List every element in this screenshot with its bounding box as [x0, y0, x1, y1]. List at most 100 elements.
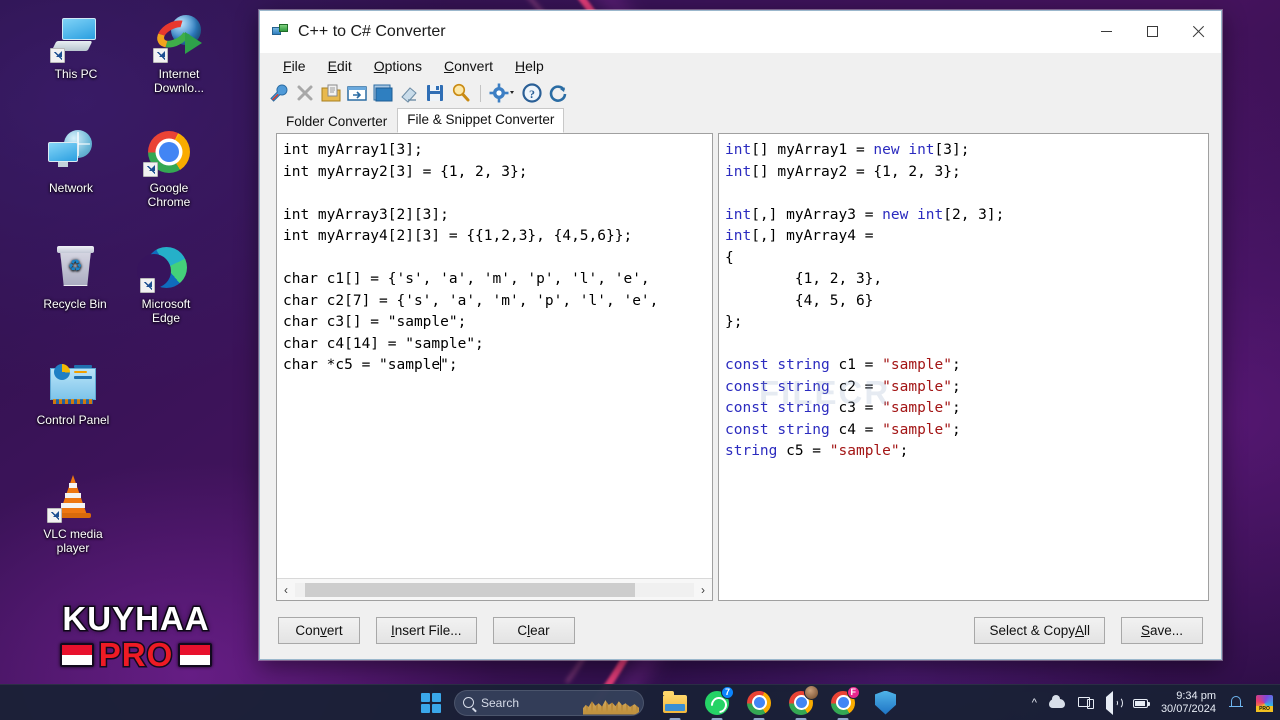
- scrollbar-track[interactable]: [295, 582, 694, 597]
- menu-item-convert[interactable]: Convert: [435, 55, 502, 77]
- onedrive-cloud-icon[interactable]: [1048, 694, 1065, 711]
- refresh-icon[interactable]: [547, 82, 569, 104]
- minimize-button[interactable]: [1083, 11, 1129, 53]
- taskbar-file-explorer[interactable]: [660, 688, 690, 720]
- code-token: char c4[14] = "sample";: [283, 335, 484, 352]
- pro-app-tray-icon[interactable]: [1256, 694, 1273, 712]
- system-tray: ^ 9:34 pm 30/07/2024: [1032, 690, 1273, 716]
- scrollbar-thumb[interactable]: [305, 582, 635, 597]
- taskbar-chrome-filecr[interactable]: F: [828, 685, 860, 720]
- shortcut-overlay-icon: [143, 162, 158, 177]
- desktop-icon-label: This PC: [54, 67, 98, 81]
- clear-button[interactable]: Cl ear: [492, 616, 575, 644]
- desktop-icon-recycle-bin[interactable]: ♻ Recycle Bin: [27, 244, 123, 312]
- code-token: ";: [440, 357, 458, 373]
- google-chrome-icon: [143, 128, 193, 177]
- convert-icon[interactable]: [268, 82, 290, 104]
- desktop-icon-google-chrome[interactable]: Google Chrome: [121, 128, 217, 209]
- toolbar-separator: [480, 84, 481, 102]
- code-token: char c2[7] = {'s', 'a', 'm', 'p', 'l', '…: [283, 292, 659, 309]
- taskbar-center-group: Search 7 F: [420, 684, 903, 720]
- window-title: C++ to C# Converter: [298, 22, 446, 40]
- show-hidden-icons-icon[interactable]: ^: [1032, 697, 1037, 709]
- code-line: char *c5 = "sample";: [283, 355, 712, 377]
- select-and-copy-all-button[interactable]: Select & Copy All: [974, 616, 1105, 644]
- close-button[interactable]: [1175, 11, 1221, 53]
- menu-item-help[interactable]: Help: [506, 55, 553, 77]
- internet-download-manager-icon: [152, 14, 203, 63]
- help-icon[interactable]: ?: [521, 82, 543, 104]
- code-token: [] myArray1 =: [751, 142, 874, 158]
- options-icon[interactable]: [489, 82, 517, 104]
- tab-file-and-snippet-converter[interactable]: File & Snippet Converter: [397, 108, 565, 133]
- code-token: "sample": [882, 357, 952, 373]
- desktop-icon-vlc-media-player[interactable]: VLC media player: [25, 474, 121, 555]
- code-token: new int: [873, 142, 935, 158]
- scroll-right-arrow-icon[interactable]: ›: [694, 580, 712, 600]
- desktop-icon-this-pc[interactable]: This PC: [28, 14, 124, 82]
- menu-item-file[interactable]: File: [274, 55, 315, 77]
- desktop-icon-control-panel[interactable]: Control Panel: [25, 360, 121, 428]
- code-token: {: [725, 249, 734, 266]
- control-panel-icon: [49, 360, 97, 408]
- find-icon[interactable]: [450, 82, 472, 104]
- desktop-icon-internet-download-manager[interactable]: Internet Downlo...: [131, 14, 227, 95]
- taskbar: Search 7 F ^ 9:34 pm 30/07/2024 PRO: [0, 684, 1280, 720]
- title-bar[interactable]: C++ to C# Converter: [260, 11, 1221, 53]
- code-token: const string: [725, 357, 830, 373]
- taskbar-chrome-profile[interactable]: [786, 684, 819, 720]
- desktop-icon-microsoft-edge[interactable]: Microsoft Edge: [118, 244, 214, 325]
- paste-folder-icon[interactable]: [320, 82, 342, 104]
- network-icon: [47, 128, 95, 176]
- code-token: [] myArray2 = {1, 2, 3};: [751, 163, 961, 180]
- toolbar: ?: [260, 79, 1221, 107]
- save-button[interactable]: Save...: [1121, 616, 1203, 644]
- desktop-icon-label: Recycle Bin: [43, 297, 107, 311]
- insert-file-icon[interactable]: [346, 82, 368, 104]
- scroll-left-arrow-icon[interactable]: ‹: [277, 580, 295, 600]
- code-line: };: [725, 312, 1208, 334]
- target-code-editor[interactable]: int[] myArray1 = new int[3]; int[] myArra…: [719, 134, 1208, 600]
- insert-file-button[interactable]: Insert File...: [376, 616, 477, 644]
- profile-avatar: [804, 684, 819, 700]
- battery-icon[interactable]: [1132, 695, 1150, 711]
- convert-button[interactable]: Con v ert: [278, 616, 360, 644]
- menu-item-edit[interactable]: Edit: [319, 55, 361, 77]
- code-token: int myArray4[2][3] = {{1,2,3}, {4,5,6}};: [283, 228, 633, 244]
- code-token: [,] myArray3 =: [751, 206, 883, 223]
- save-icon[interactable]: [424, 82, 446, 104]
- source-pane: int myArray1[3]; int myArray2[3] = {1, 2,…: [276, 133, 713, 601]
- code-token: char c3[] = "sample";: [283, 314, 467, 330]
- code-line: int myArray1[3];: [283, 140, 712, 162]
- taskbar-windows-security[interactable]: [870, 688, 900, 718]
- taskbar-chrome[interactable]: [744, 688, 774, 720]
- menu-item-options[interactable]: Options: [365, 55, 431, 77]
- network-icon[interactable]: [1077, 695, 1094, 711]
- source-code-editor[interactable]: int myArray1[3]; int myArray2[3] = {1, 2,…: [277, 134, 712, 578]
- code-token: int myArray2[3] = {1, 2, 3};: [283, 163, 528, 180]
- code-token: "sample": [882, 421, 952, 438]
- code-line: const string c3 = "sample";: [725, 398, 1208, 420]
- maximize-button[interactable]: [1129, 11, 1175, 53]
- code-token: };: [725, 314, 743, 330]
- clock[interactable]: 9:34 pm 30/07/2024: [1161, 690, 1216, 716]
- kuyhaa-logo-line2: PRO: [97, 636, 174, 673]
- tab-folder-converter[interactable]: Folder Converter: [276, 110, 397, 133]
- desktop-icon-network[interactable]: Network: [23, 128, 119, 196]
- folder-icon: [663, 690, 687, 713]
- volume-icon[interactable]: [1105, 690, 1123, 715]
- taskbar-search-input[interactable]: Search: [454, 689, 644, 716]
- code-line: int[] myArray1 = new int[3];: [725, 140, 1208, 162]
- notification-bell-icon[interactable]: [1228, 695, 1244, 711]
- clear-icon[interactable]: [398, 82, 420, 104]
- chrome-icon: [747, 690, 771, 715]
- taskbar-whatsapp[interactable]: 7: [702, 685, 734, 720]
- select-all-icon[interactable]: [372, 82, 394, 104]
- code-line: {1, 2, 3},: [725, 269, 1208, 291]
- source-horizontal-scrollbar[interactable]: ‹ ›: [277, 578, 712, 600]
- start-button[interactable]: [420, 692, 442, 714]
- recycle-bin-icon: ♻: [51, 244, 99, 292]
- code-token: string: [725, 443, 778, 459]
